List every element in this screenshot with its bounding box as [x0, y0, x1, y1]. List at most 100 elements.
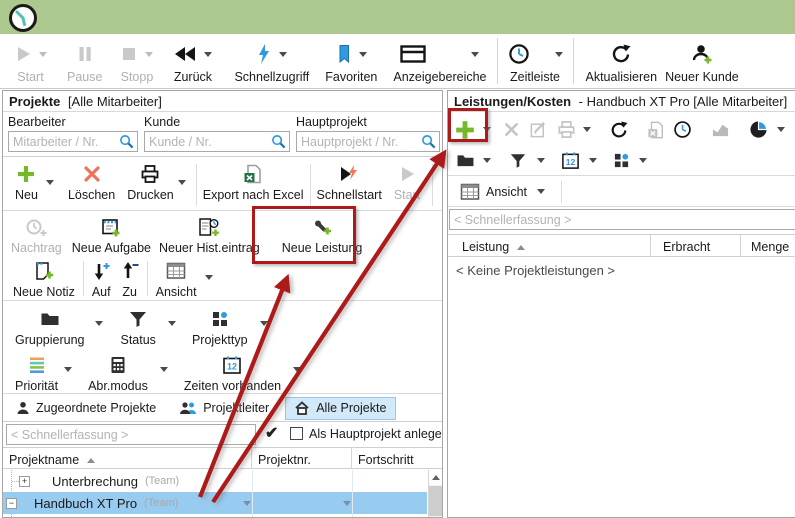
print-button-disabled[interactable] — [557, 118, 576, 142]
chart-button-disabled[interactable] — [711, 118, 730, 142]
project-type-button[interactable]: Projekttyp — [192, 307, 248, 347]
dropdown-arrow[interactable] — [359, 52, 367, 57]
search-icon[interactable] — [271, 134, 286, 149]
tab-projektleiter[interactable]: Projektleiter — [170, 397, 279, 420]
priority-button[interactable]: Priorität — [15, 353, 58, 393]
person-icon — [16, 401, 30, 415]
print-button[interactable]: Drucken — [127, 162, 174, 202]
new-button[interactable]: Neu — [15, 162, 38, 202]
column-header-leistung[interactable]: Leistung — [448, 235, 651, 256]
quick-access-button[interactable]: Schnellzugriff — [234, 41, 309, 84]
nachtrag-button[interactable]: Nachtrag — [11, 215, 62, 255]
vertical-scrollbar[interactable] — [428, 470, 442, 517]
collapse-all-button[interactable]: Zu — [121, 259, 139, 299]
dropdown-arrow[interactable] — [205, 275, 213, 280]
excel-export-button-disabled[interactable] — [647, 118, 665, 142]
dropdown-arrow[interactable] — [589, 158, 597, 163]
ribbon-row-3: Neue Notiz Auf Zu Ansicht — [3, 255, 442, 301]
pause-label: Pause — [67, 70, 102, 84]
display-areas-button[interactable]: Anzeigebereiche — [393, 41, 486, 84]
column-header-fortschritt[interactable]: Fortschritt — [352, 448, 426, 468]
refresh-button[interactable]: Aktualisieren — [586, 41, 658, 84]
dropdown-arrow[interactable] — [204, 52, 212, 57]
quick-entry-input[interactable] — [11, 428, 251, 442]
dropdown-arrow[interactable] — [537, 158, 545, 163]
view-button-label[interactable]: Ansicht — [486, 185, 527, 199]
tab-zugeordnete-projekte[interactable]: Zugeordnete Projekte — [7, 397, 166, 420]
search-icon[interactable] — [421, 134, 436, 149]
services-toolbar-row-1 — [448, 114, 795, 145]
services-quick-entry-input[interactable] — [454, 213, 791, 227]
edit-button-disabled[interactable] — [529, 118, 548, 142]
dropdown-arrow[interactable] — [160, 367, 168, 372]
hauptprojekt-input[interactable] — [301, 135, 421, 149]
search-icon[interactable] — [119, 134, 134, 149]
scroll-up-button[interactable] — [429, 470, 442, 485]
favorites-button[interactable]: Favoriten — [325, 41, 377, 84]
expand-icon[interactable]: + — [19, 476, 30, 487]
timeline-label: Zeitleiste — [510, 70, 560, 84]
start-disabled-button[interactable]: Start — [394, 162, 420, 202]
timeline-button[interactable]: Zeitleiste — [508, 41, 563, 84]
dropdown-arrow[interactable] — [471, 52, 479, 57]
start-button[interactable]: Start — [14, 41, 47, 84]
scrollbar-thumb[interactable] — [429, 486, 442, 516]
status-filter-button[interactable]: Status — [121, 307, 156, 347]
grouping-folder-button[interactable] — [456, 148, 475, 172]
table-row-handbuch-xt-pro[interactable]: − Handbuch XT Pro (Team) — [3, 492, 427, 514]
new-history-entry-button[interactable]: Neuer Hist.eintrag — [159, 215, 260, 255]
pause-button[interactable]: Pause — [67, 41, 102, 84]
view-button[interactable]: Ansicht — [156, 259, 197, 299]
dropdown-arrow[interactable] — [168, 321, 176, 326]
bearbeiter-input[interactable] — [13, 135, 119, 149]
tab-alle-projekte[interactable]: Alle Projekte — [285, 397, 396, 420]
expand-all-button[interactable]: Auf — [92, 259, 111, 299]
column-header-projektname[interactable]: Projektname — [3, 448, 252, 468]
column-header-menge[interactable]: Menge — [741, 235, 795, 256]
dropdown-arrow[interactable] — [537, 189, 545, 194]
stop-button[interactable]: Stopp — [120, 41, 153, 84]
refresh-button[interactable] — [610, 118, 628, 142]
type-blocks-button[interactable] — [613, 148, 630, 172]
column-header-erbracht[interactable]: Erbracht — [651, 235, 741, 256]
dropdown-arrow[interactable] — [293, 367, 301, 372]
cell-dropdown-arrow[interactable] — [243, 501, 251, 506]
confirm-check-icon[interactable]: ✔ — [265, 423, 278, 443]
dropdown-arrow[interactable] — [95, 321, 103, 326]
dropdown-arrow[interactable] — [178, 180, 186, 185]
dropdown-arrow[interactable] — [39, 52, 47, 57]
dropdown-arrow[interactable] — [483, 158, 491, 163]
table-row-kapitel-konfiguration[interactable]: + Kapitel "Konfiguration" (Team) — [3, 514, 427, 517]
delete-service-button-disabled[interactable] — [503, 118, 520, 142]
filter-funnel-button[interactable] — [509, 148, 527, 172]
new-note-button[interactable]: Neue Notiz — [13, 259, 75, 299]
back-button[interactable]: Zurück — [173, 41, 212, 84]
new-task-button[interactable]: Neue Aufgabe — [72, 215, 151, 255]
dropdown-arrow[interactable] — [279, 52, 287, 57]
table-row-unterbrechung[interactable]: + Unterbrechung (Team) — [3, 470, 427, 492]
dropdown-arrow[interactable] — [639, 158, 647, 163]
new-customer-button[interactable]: Neuer Kunde — [665, 41, 739, 84]
separator — [310, 164, 311, 206]
dropdown-arrow[interactable] — [555, 52, 563, 57]
grouping-button[interactable]: Gruppierung — [15, 307, 85, 347]
dropdown-arrow[interactable] — [260, 321, 268, 326]
billing-mode-button[interactable]: Abr.modus — [88, 353, 148, 393]
calendar-filter-button[interactable]: 12 — [561, 148, 580, 172]
cell-dropdown-arrow[interactable] — [343, 501, 351, 506]
main-project-checkbox[interactable] — [290, 427, 303, 440]
pie-chart-button[interactable] — [749, 118, 768, 142]
time-button[interactable] — [673, 118, 692, 142]
dropdown-arrow[interactable] — [777, 127, 785, 132]
export-excel-button[interactable]: Export nach Excel — [203, 162, 304, 202]
dropdown-arrow[interactable] — [145, 52, 153, 57]
delete-button[interactable]: Löschen — [68, 162, 115, 202]
collapse-icon[interactable]: − — [6, 498, 17, 509]
dropdown-arrow[interactable] — [64, 367, 72, 372]
column-header-projektnr[interactable]: Projektnr. — [252, 448, 352, 468]
kunde-input[interactable] — [149, 135, 271, 149]
times-available-button[interactable]: 12 Zeiten vorhanden — [184, 353, 281, 393]
dropdown-arrow[interactable] — [583, 127, 591, 132]
quickstart-button[interactable]: Schnellstart — [317, 162, 382, 202]
dropdown-arrow[interactable] — [46, 180, 54, 185]
